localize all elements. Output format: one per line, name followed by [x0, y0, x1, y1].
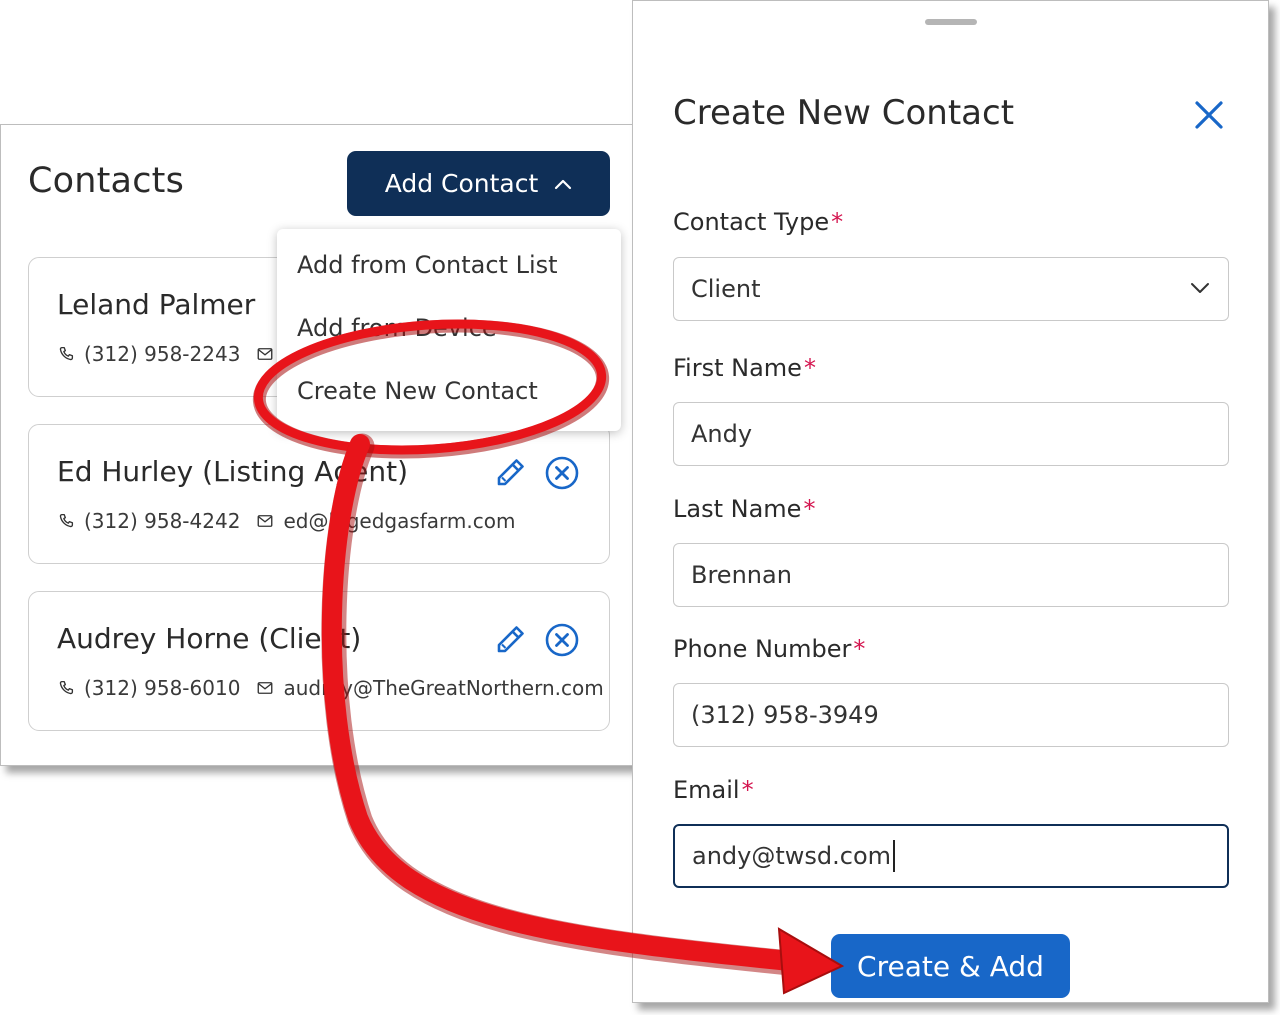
mail-icon — [258, 515, 273, 527]
pencil-icon[interactable] — [492, 455, 528, 491]
contact-meta: (312) 958-2243 L — [57, 342, 295, 366]
contacts-panel: Contacts Add Contact Leland Palmer (312)… — [0, 124, 637, 766]
phone-number-label-text: Phone Number — [673, 635, 852, 663]
contact-email[interactable]: audrey@TheGreatNorthern.com — [283, 676, 603, 700]
phone-icon — [59, 513, 74, 528]
contact-email-group: audrey@TheGreatNorthern.com — [256, 676, 604, 700]
drag-handle[interactable] — [925, 19, 977, 25]
contact-type-select[interactable]: Client — [673, 257, 1229, 321]
menu-item-add-from-device[interactable]: Add from Device — [297, 314, 497, 342]
remove-circle-icon[interactable] — [544, 622, 580, 658]
create-and-add-button[interactable]: Create & Add — [831, 934, 1070, 998]
contact-name: Audrey Horne (Client) — [57, 622, 362, 655]
mail-icon — [258, 348, 273, 360]
last-name-label: Last Name* — [673, 495, 815, 523]
phone-icon — [59, 680, 74, 695]
close-icon[interactable] — [1191, 97, 1227, 133]
contact-meta: (312) 958-6010 audrey@TheGreatNorthern.c… — [57, 676, 604, 700]
required-marker: * — [803, 495, 816, 523]
panel-title: Create New Contact — [673, 93, 1015, 133]
chevron-down-icon — [1191, 283, 1209, 293]
contact-phone[interactable]: (312) 958-6010 — [84, 676, 240, 700]
email-label: Email* — [673, 776, 754, 804]
phone-icon — [59, 346, 74, 361]
contact-phone[interactable]: (312) 958-4242 — [84, 509, 240, 533]
email-value: andy@twsd.com — [692, 842, 892, 870]
add-contact-menu: Add from Contact List Add from Device Cr… — [277, 229, 621, 431]
required-marker: * — [803, 354, 816, 382]
last-name-field[interactable]: Brennan — [673, 543, 1229, 607]
required-marker: * — [741, 776, 754, 804]
pencil-icon[interactable] — [492, 622, 528, 658]
phone-number-value: (312) 958-3949 — [691, 701, 879, 729]
phone-number-label: Phone Number* — [673, 635, 865, 663]
last-name-label-text: Last Name — [673, 495, 802, 523]
required-marker: * — [853, 635, 866, 663]
contact-card[interactable]: Ed Hurley (Listing Agent) (312) 958-4242… — [28, 424, 610, 564]
menu-item-add-from-contact-list[interactable]: Add from Contact List — [297, 251, 558, 279]
phone-number-field[interactable]: (312) 958-3949 — [673, 683, 1229, 747]
create-contact-panel: Create New Contact Contact Type* Client … — [632, 0, 1269, 1003]
first-name-value: Andy — [691, 420, 753, 448]
menu-item-create-new-contact[interactable]: Create New Contact — [297, 377, 538, 405]
contact-email-group: ed@bigedgasfarm.com — [256, 509, 515, 533]
contact-type-label: Contact Type* — [673, 208, 843, 236]
email-label-text: Email — [673, 776, 740, 804]
last-name-value: Brennan — [691, 561, 792, 589]
contacts-title: Contacts — [28, 161, 185, 201]
add-contact-label: Add Contact — [384, 169, 539, 198]
contact-type-label-text: Contact Type — [673, 208, 830, 236]
first-name-field[interactable]: Andy — [673, 402, 1229, 466]
mail-icon — [258, 682, 273, 694]
contact-card[interactable]: Audrey Horne (Client) (312) 958-6010 aud… — [28, 591, 610, 731]
add-contact-button[interactable]: Add Contact — [347, 151, 610, 216]
contact-phone[interactable]: (312) 958-2243 — [84, 342, 240, 366]
email-field[interactable]: andy@twsd.com — [673, 824, 1229, 888]
contact-meta: (312) 958-4242 ed@bigedgasfarm.com — [57, 509, 515, 533]
contact-name: Leland Palmer — [57, 288, 256, 321]
first-name-label-text: First Name — [673, 354, 802, 382]
first-name-label: First Name* — [673, 354, 816, 382]
text-caret — [893, 840, 896, 872]
chevron-up-icon — [555, 179, 572, 189]
remove-circle-icon[interactable] — [544, 455, 580, 491]
contact-type-value: Client — [691, 275, 761, 303]
contact-email[interactable]: ed@bigedgasfarm.com — [283, 509, 515, 533]
required-marker: * — [831, 208, 844, 236]
contact-name: Ed Hurley (Listing Agent) — [57, 455, 409, 488]
